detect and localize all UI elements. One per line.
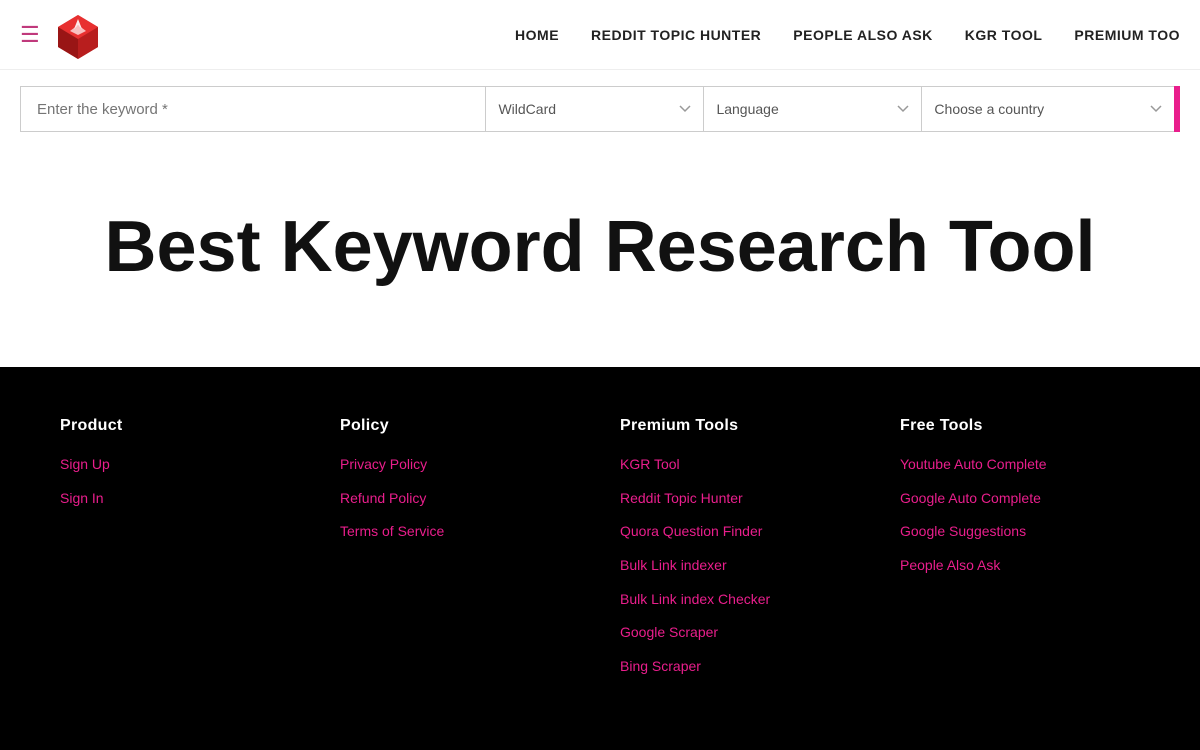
footer-link-google-scraper[interactable]: Google Scraper xyxy=(620,623,860,643)
footer-link-kgr[interactable]: KGR Tool xyxy=(620,455,860,475)
language-select[interactable]: Language xyxy=(703,86,921,132)
hero-section: Best Keyword Research Tool xyxy=(0,148,1200,367)
nav-kgr-tool[interactable]: KGR TOOL xyxy=(965,27,1043,43)
footer-col-premium-heading: Premium Tools xyxy=(620,417,860,435)
nav-people-also-ask[interactable]: PEOPLE ALSO ASK xyxy=(793,27,932,43)
footer-col-product: Product Sign Up Sign In xyxy=(60,417,300,690)
footer-link-privacy[interactable]: Privacy Policy xyxy=(340,455,580,475)
footer-link-signup[interactable]: Sign Up xyxy=(60,455,300,475)
footer-link-google-auto[interactable]: Google Auto Complete xyxy=(900,489,1140,509)
site-footer: Product Sign Up Sign In Policy Privacy P… xyxy=(0,367,1200,750)
site-header: ☰ HOME REDDIT TOPIC HUNTER PEOPLE ALSO A… xyxy=(0,0,1200,70)
nav-reddit-topic-hunter[interactable]: REDDIT TOPIC HUNTER xyxy=(591,27,761,43)
footer-link-terms[interactable]: Terms of Service xyxy=(340,522,580,542)
nav-premium-tool[interactable]: PREMIUM TOO xyxy=(1074,27,1180,43)
search-bar: WildCard Language Choose a country xyxy=(0,70,1200,148)
footer-col-free-heading: Free Tools xyxy=(900,417,1140,435)
footer-link-reddit[interactable]: Reddit Topic Hunter xyxy=(620,489,860,509)
footer-col-policy-heading: Policy xyxy=(340,417,580,435)
footer-link-bing-scraper[interactable]: Bing Scraper xyxy=(620,657,860,677)
footer-link-google-suggest[interactable]: Google Suggestions xyxy=(900,522,1140,542)
header-left: ☰ xyxy=(20,11,102,59)
nav-home[interactable]: HOME xyxy=(515,27,559,43)
footer-link-refund[interactable]: Refund Policy xyxy=(340,489,580,509)
hero-title: Best Keyword Research Tool xyxy=(20,208,1180,287)
footer-link-quora[interactable]: Quora Question Finder xyxy=(620,522,860,542)
footer-link-signin[interactable]: Sign In xyxy=(60,489,300,509)
footer-grid: Product Sign Up Sign In Policy Privacy P… xyxy=(60,417,1140,690)
footer-col-premium: Premium Tools KGR Tool Reddit Topic Hunt… xyxy=(620,417,860,690)
footer-col-free: Free Tools Youtube Auto Complete Google … xyxy=(900,417,1140,690)
logo-icon xyxy=(54,11,102,59)
footer-col-product-heading: Product xyxy=(60,417,300,435)
hamburger-menu[interactable]: ☰ xyxy=(20,22,40,48)
country-select[interactable]: Choose a country xyxy=(921,86,1174,132)
footer-link-bulk-checker[interactable]: Bulk Link index Checker xyxy=(620,590,860,610)
footer-link-bulk-indexer[interactable]: Bulk Link indexer xyxy=(620,556,860,576)
wildcard-select[interactable]: WildCard xyxy=(485,86,703,132)
search-button[interactable] xyxy=(1174,86,1180,132)
footer-link-people-ask[interactable]: People Also Ask xyxy=(900,556,1140,576)
keyword-input[interactable] xyxy=(20,86,485,132)
main-nav: HOME REDDIT TOPIC HUNTER PEOPLE ALSO ASK… xyxy=(515,27,1180,43)
footer-link-youtube-auto[interactable]: Youtube Auto Complete xyxy=(900,455,1140,475)
footer-col-policy: Policy Privacy Policy Refund Policy Term… xyxy=(340,417,580,690)
